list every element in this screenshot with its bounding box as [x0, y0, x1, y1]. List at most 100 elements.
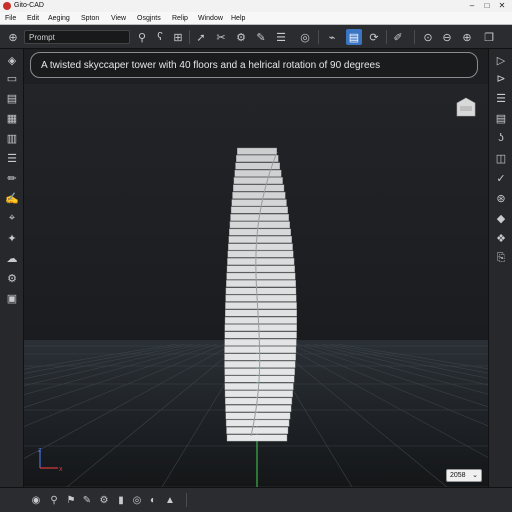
- tower-floor[interactable]: [232, 191, 286, 199]
- tower-floor[interactable]: [234, 169, 282, 177]
- menu-spton[interactable]: Spton: [81, 15, 99, 22]
- tower-floor[interactable]: [224, 397, 293, 405]
- column-icon[interactable]: ⊞: [170, 29, 186, 45]
- tower-floor[interactable]: [225, 294, 297, 302]
- menu-file[interactable]: File: [5, 15, 16, 22]
- document-icon[interactable]: ▤: [4, 90, 20, 106]
- shape-icon[interactable]: ◆: [493, 210, 509, 226]
- minus-icon[interactable]: ⊖: [439, 29, 455, 45]
- menu-aeging[interactable]: Aeging: [48, 15, 70, 22]
- play-icon[interactable]: ▷: [493, 52, 509, 68]
- maximize-button[interactable]: □: [481, 1, 493, 11]
- cube-icon[interactable]: ◈: [4, 52, 20, 68]
- capture-icon[interactable]: ⚑: [64, 493, 78, 507]
- menu-help[interactable]: Help: [231, 15, 245, 22]
- tower-floor[interactable]: [229, 228, 292, 236]
- menu-osgjnts[interactable]: Osgjnts: [137, 15, 161, 22]
- tower-floor[interactable]: [226, 427, 289, 434]
- pin-icon[interactable]: ⚲: [47, 493, 61, 507]
- tower-floor[interactable]: [225, 419, 290, 427]
- tower-floor[interactable]: [224, 390, 293, 398]
- tower-floor[interactable]: [224, 316, 298, 324]
- tower-floor[interactable]: [230, 206, 288, 214]
- tower-floor[interactable]: [224, 346, 297, 354]
- tower-floor[interactable]: [224, 324, 297, 332]
- settings-icon[interactable]: ⚙: [97, 493, 111, 507]
- globe-icon[interactable]: ⊛: [493, 190, 509, 206]
- minimize-button[interactable]: –: [466, 1, 478, 11]
- tower-floor[interactable]: [231, 199, 287, 207]
- menu-edit[interactable]: Edit: [27, 15, 39, 22]
- tower-floor[interactable]: [227, 250, 294, 258]
- tower-floor[interactable]: [225, 302, 297, 310]
- record-icon[interactable]: ◉: [29, 493, 43, 507]
- prompt-input[interactable]: Prompt: [24, 30, 130, 44]
- tower-floor[interactable]: [224, 331, 297, 339]
- settings-icon[interactable]: ⚙: [233, 29, 249, 45]
- tower-floor[interactable]: [226, 434, 288, 442]
- brush-icon[interactable]: ✍: [4, 190, 20, 206]
- edit-icon[interactable]: ✎: [80, 493, 94, 507]
- tower-floor[interactable]: [233, 177, 283, 185]
- 3d-viewport[interactable]: z x: [24, 84, 488, 487]
- page-icon[interactable]: ⎘: [493, 250, 509, 266]
- close-button[interactable]: ✕: [496, 1, 508, 11]
- rotate-icon[interactable]: ⟳: [366, 29, 382, 45]
- search-icon[interactable]: ⚲: [134, 29, 150, 45]
- tower-floor[interactable]: [225, 287, 297, 295]
- plus-icon[interactable]: ⊕: [459, 29, 475, 45]
- sketch-icon[interactable]: ⌁: [324, 29, 340, 45]
- measure-icon[interactable]: ✓: [493, 170, 509, 186]
- zoom-select[interactable]: 2058 ⌄: [446, 469, 482, 482]
- image-icon[interactable]: ▣: [4, 290, 20, 306]
- cursor-icon[interactable]: ➚: [193, 29, 209, 45]
- tower-floor[interactable]: [226, 280, 296, 288]
- pen-icon[interactable]: ✎: [253, 29, 269, 45]
- list-icon[interactable]: ☰: [493, 90, 509, 106]
- cloud-icon[interactable]: ☁: [4, 250, 20, 266]
- target-icon[interactable]: ◎: [130, 493, 144, 507]
- prompt-banner[interactable]: A twisted skyccaper tower with 40 floors…: [30, 52, 478, 78]
- tower-floor[interactable]: [225, 412, 291, 420]
- document-icon[interactable]: ▤: [493, 110, 509, 126]
- pencil-icon[interactable]: ✏: [4, 170, 20, 186]
- tower-floor[interactable]: [225, 405, 292, 412]
- chip-icon[interactable]: ❖: [493, 230, 509, 246]
- document-icon[interactable]: ▤: [346, 29, 362, 45]
- grid-icon[interactable]: ▥: [4, 130, 20, 146]
- menu-window[interactable]: Window: [198, 15, 223, 22]
- list-icon[interactable]: ☰: [4, 150, 20, 166]
- tower-floor[interactable]: [236, 155, 279, 163]
- tower-floor[interactable]: [228, 235, 292, 243]
- warning-icon[interactable]: ▲: [163, 493, 177, 507]
- view-cube[interactable]: [456, 97, 476, 119]
- menu-view[interactable]: View: [111, 15, 126, 22]
- panel-icon[interactable]: ▭: [4, 70, 20, 86]
- wrench-icon[interactable]: ✦: [4, 230, 20, 246]
- phone-icon[interactable]: ▮: [114, 493, 128, 507]
- tower-floor[interactable]: [229, 221, 290, 229]
- layers-icon[interactable]: ❐: [481, 29, 497, 45]
- list-icon[interactable]: ☰: [273, 29, 289, 45]
- settings-icon[interactable]: ⚙: [4, 270, 20, 286]
- tower-floor[interactable]: [226, 265, 295, 273]
- cube-icon[interactable]: ◫: [493, 150, 509, 166]
- crosshair-icon[interactable]: ⊕: [5, 29, 21, 45]
- tower-floor[interactable]: [227, 258, 295, 266]
- edit-icon[interactable]: ✐: [390, 29, 406, 45]
- tower-floor[interactable]: [236, 147, 277, 155]
- layers-icon[interactable]: ▦: [4, 110, 20, 126]
- tower-floor[interactable]: [224, 309, 297, 317]
- zoom-icon[interactable]: ⊙: [420, 29, 436, 45]
- tower-floor[interactable]: [228, 243, 293, 251]
- tower-floor[interactable]: [232, 184, 285, 192]
- hook-icon[interactable]: ʖ: [493, 130, 509, 146]
- tower-floor[interactable]: [226, 272, 296, 280]
- menu-relip[interactable]: Relip: [172, 15, 188, 22]
- tag-icon[interactable]: ⌖: [4, 210, 20, 226]
- trim-icon[interactable]: ✂: [213, 29, 229, 45]
- play-circle-icon[interactable]: ⊳: [493, 70, 509, 86]
- audio-icon[interactable]: ◐: [146, 493, 160, 507]
- target-icon[interactable]: ◎: [297, 29, 313, 45]
- tower-floor[interactable]: [224, 338, 297, 346]
